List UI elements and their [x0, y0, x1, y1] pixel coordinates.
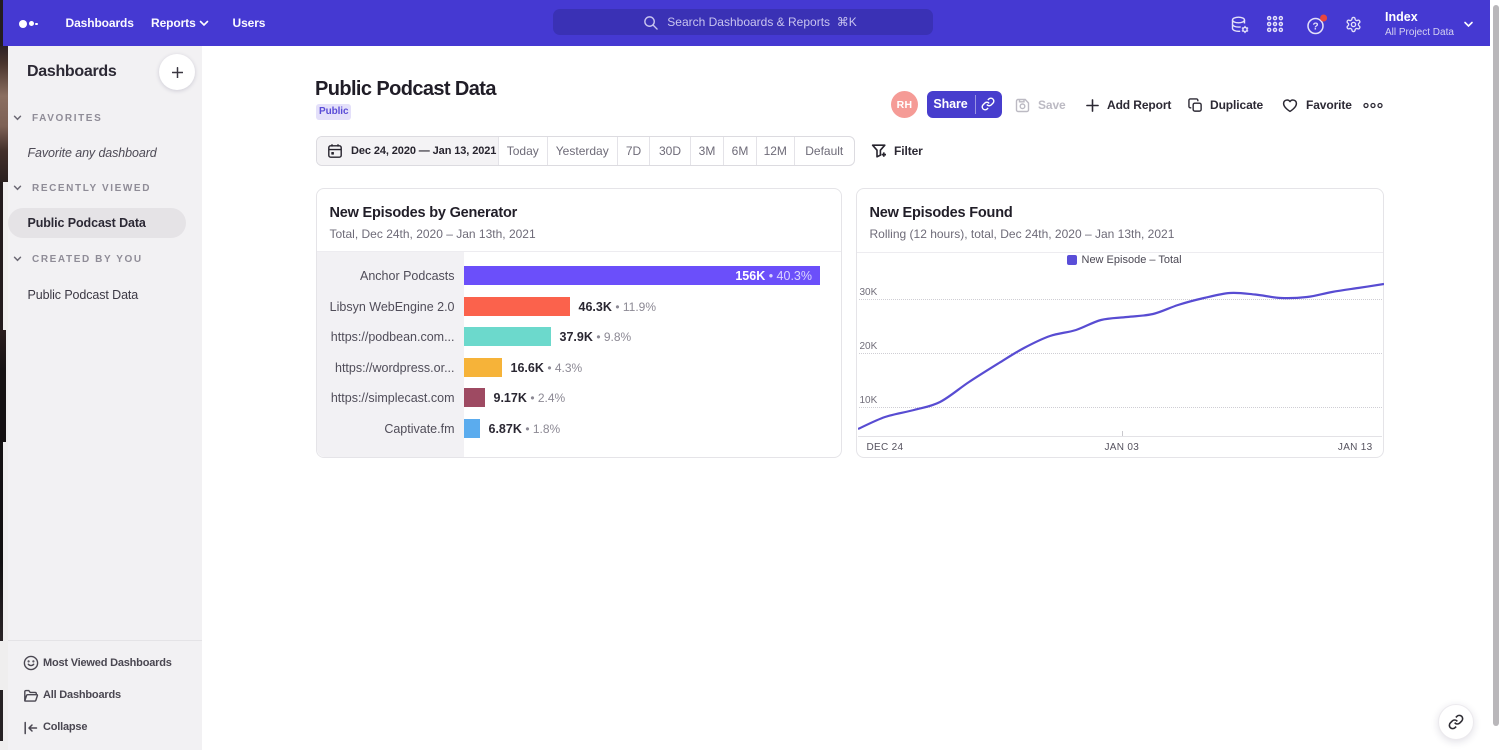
svg-text:?: ?: [1312, 22, 1318, 33]
